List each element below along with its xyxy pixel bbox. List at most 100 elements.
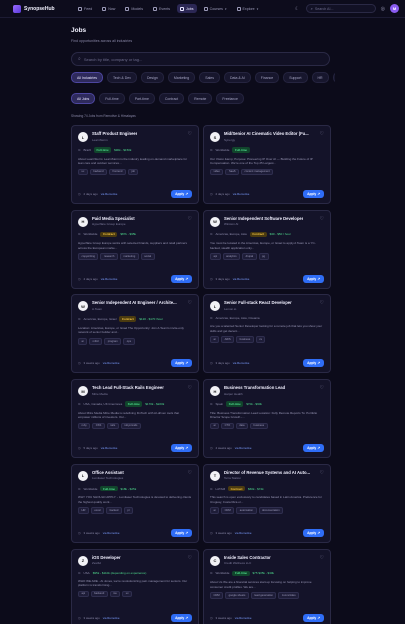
bookmark-icon[interactable]: ♡ <box>320 300 324 306</box>
job-card[interactable]: L Staff Product Engineer LearnStorm ♡ ⊙ Brazi… <box>71 125 199 204</box>
apply-button[interactable]: Apply ↗ <box>303 274 324 283</box>
bookmark-icon[interactable]: ♡ <box>320 470 324 476</box>
apply-button[interactable]: Apply ↗ <box>171 528 192 537</box>
job-title[interactable]: iOS Developer <box>92 555 121 560</box>
job-tag[interactable]: automation <box>236 507 257 514</box>
job-card[interactable]: S Mid/Senior AI Cinematic Video Editor (F… <box>203 125 331 204</box>
job-tag[interactable]: job <box>127 168 139 176</box>
job-title[interactable]: Business Transformation Lead <box>224 385 285 390</box>
job-card[interactable]: H Paid Media Specialist Hyperflare Group E… <box>71 209 199 289</box>
job-tag[interactable]: rails <box>106 422 119 430</box>
job-type-chip[interactable]: Contract <box>158 93 185 104</box>
job-card[interactable]: L Office Assistant Lumilaser Technologies ♡… <box>71 463 199 543</box>
apply-button[interactable]: Apply ↗ <box>303 613 324 622</box>
job-tag[interactable]: business <box>236 336 254 343</box>
job-tag[interactable]: lead generation <box>250 592 277 599</box>
job-tag[interactable]: CSS <box>92 422 105 430</box>
industry-chip[interactable]: Data & AI <box>224 72 251 83</box>
job-tag[interactable]: analytics <box>222 253 241 260</box>
job-tag[interactable]: backend <box>89 168 108 176</box>
industry-chip[interactable]: Sales <box>199 72 220 83</box>
nav-item-events[interactable]: Events <box>150 4 173 13</box>
job-card[interactable]: C Inside Sales Contractor Credit Wellness … <box>203 548 331 624</box>
job-tag[interactable]: cs <box>255 336 266 343</box>
industry-chip[interactable]: Finance <box>254 72 280 83</box>
bookmark-icon[interactable]: ♡ <box>188 555 192 561</box>
apply-button[interactable]: Apply ↗ <box>303 190 324 198</box>
job-tag[interactable]: CTO <box>221 422 234 430</box>
job-card[interactable]: W Senior Independent AI Engineer / Archit… <box>71 294 199 374</box>
bookmark-icon[interactable]: ♡ <box>320 385 324 391</box>
industry-chip[interactable]: Support <box>283 72 308 83</box>
job-tag[interactable]: program <box>104 337 122 345</box>
nav-item-explore[interactable]: Explore ▾ <box>234 4 262 13</box>
industry-chip[interactable]: Marketing <box>167 72 196 83</box>
job-card[interactable]: T Director of Revenue Systems and AI Auto… <box>203 463 331 543</box>
bookmark-icon[interactable]: ♡ <box>188 131 192 137</box>
job-tag[interactable]: drupal <box>242 253 257 260</box>
job-tag[interactable]: research <box>100 253 118 260</box>
global-search-input[interactable]: ⌕ Search AI... <box>305 4 376 13</box>
nav-item-courses[interactable]: Courses ▾ <box>201 4 230 13</box>
job-tag[interactable]: ai <box>78 337 88 345</box>
bookmark-icon[interactable]: ♡ <box>320 555 324 561</box>
apply-button[interactable]: Apply ↗ <box>303 359 324 368</box>
job-title[interactable]: Senior Full-stack React Developer <box>224 300 292 305</box>
app-logo[interactable]: SynopseHub <box>13 4 75 13</box>
job-tag[interactable]: business <box>249 422 268 430</box>
job-card[interactable]: H Business Transformation Lead Harper Heal… <box>203 379 331 459</box>
industry-chip[interactable]: M <box>332 72 335 83</box>
bookmark-icon[interactable]: ♡ <box>320 131 324 137</box>
job-tag[interactable]: backed <box>106 507 122 514</box>
job-title[interactable]: Paid Media Specialist <box>92 216 135 221</box>
job-tag[interactable]: marketing <box>119 253 139 260</box>
job-tag[interactable]: rubyonrails <box>120 422 141 430</box>
job-title[interactable]: Mid/Senior AI Cinematic Video Editor (Fu… <box>224 131 309 136</box>
job-tag[interactable]: api <box>78 590 89 598</box>
industry-chip[interactable]: All Industries <box>71 72 104 83</box>
industry-chip[interactable]: HR <box>311 72 329 83</box>
job-tag[interactable]: SaaS <box>225 168 240 176</box>
job-tag[interactable]: frontend <box>109 168 126 176</box>
industry-chip[interactable]: Design <box>140 72 164 83</box>
job-tag[interactable]: AWS <box>221 336 235 343</box>
job-title[interactable]: Senior Independent AI Engineer / Archite… <box>92 300 177 305</box>
job-title[interactable]: Staff Product Engineer <box>92 131 137 136</box>
job-tag[interactable]: data <box>235 422 248 430</box>
industry-chip[interactable]: Tech & Dev <box>107 72 137 83</box>
job-tag[interactable]: CRM <box>221 507 235 514</box>
apply-button[interactable]: Apply ↗ <box>171 190 192 198</box>
user-avatar[interactable]: M <box>390 4 399 13</box>
job-tag[interactable]: documentation <box>258 507 284 514</box>
job-type-chip[interactable]: Remote <box>188 93 213 104</box>
job-tag[interactable]: google sheets <box>225 592 249 599</box>
job-tag[interactable]: api <box>210 253 221 260</box>
job-title[interactable]: Inside Sales Contractor <box>224 555 271 560</box>
job-title[interactable]: Tech Lead Full-Stack Rails Engineer <box>92 385 164 390</box>
job-title[interactable]: Director of Revenue Systems and AI Auto.… <box>224 470 310 475</box>
theme-toggle-icon[interactable]: ☾ <box>294 5 301 12</box>
job-type-chip[interactable]: All Jobs <box>71 93 96 104</box>
nav-item-now[interactable]: Now <box>99 4 118 13</box>
bookmark-icon[interactable]: ♡ <box>188 216 192 222</box>
apply-button[interactable]: Apply ↗ <box>303 528 324 537</box>
bookmark-icon[interactable]: ♡ <box>188 470 192 476</box>
job-tag[interactable]: video <box>210 168 224 176</box>
job-tag[interactable]: pr <box>123 507 134 514</box>
bookmark-icon[interactable]: ♡ <box>188 300 192 306</box>
nav-item-jobs[interactable]: Jobs <box>177 4 197 13</box>
job-tag[interactable]: backend <box>90 590 108 598</box>
job-type-chip[interactable]: Part-time <box>128 93 155 104</box>
job-tag[interactable]: ml/AI <box>89 337 103 345</box>
job-tag[interactable]: HR <box>78 507 89 514</box>
job-title[interactable]: Office Assistant <box>92 470 124 475</box>
job-tag[interactable]: CRM <box>210 592 224 599</box>
job-tag[interactable]: ai <box>210 336 220 343</box>
bookmark-icon[interactable]: ♡ <box>188 385 192 391</box>
apply-button[interactable]: Apply ↗ <box>303 444 324 453</box>
job-tag[interactable]: zoom/video <box>278 592 300 599</box>
notifications-icon[interactable]: ◎ <box>381 6 385 12</box>
job-title[interactable]: Senior Independent Software Developer <box>224 216 303 221</box>
job-tag[interactable]: ruby <box>78 422 91 430</box>
job-tag[interactable]: copywriting <box>78 253 99 260</box>
